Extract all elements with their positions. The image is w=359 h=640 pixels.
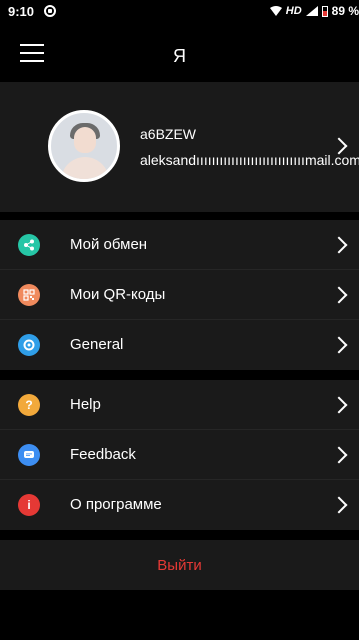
logout-button[interactable]: Выйти: [0, 540, 359, 590]
menu-item-my-exchange[interactable]: Мой обмен: [0, 220, 359, 270]
page-title: Я: [173, 46, 186, 66]
menu-group-support: ? Help Feedback i О программе: [0, 380, 359, 530]
status-bar: 9:10 HD 89 %: [0, 0, 359, 22]
help-icon: ?: [18, 394, 40, 416]
menu-item-label: О программе: [70, 496, 162, 513]
signal-icon: [305, 6, 318, 16]
battery-icon: [321, 5, 328, 17]
chevron-right-icon: [330, 236, 348, 254]
notification-app-icon: [44, 5, 57, 17]
chevron-right-icon: [330, 496, 348, 514]
menu-item-general[interactable]: General: [0, 320, 359, 370]
chevron-right-icon: [330, 336, 348, 354]
profile-username: a6BZEW: [140, 126, 197, 142]
chevron-right-icon: [330, 286, 348, 304]
avatar: [48, 110, 120, 182]
menu-item-feedback[interactable]: Feedback: [0, 430, 359, 480]
menu-item-label: General: [70, 336, 124, 353]
menu-item-label: Feedback: [70, 446, 136, 463]
network-type: HD: [285, 5, 302, 17]
settings-icon: [18, 334, 40, 356]
qr-code-icon: [18, 284, 40, 306]
app-header: Я: [0, 22, 359, 82]
menu-item-help[interactable]: ? Help: [0, 380, 359, 430]
profile-card[interactable]: a6BZEW aleksandııııııııııııııııııııııııı…: [0, 82, 359, 212]
menu-item-about[interactable]: i О программе: [0, 480, 359, 530]
status-indicators: HD 89 %: [269, 0, 359, 22]
feedback-icon: [18, 444, 40, 466]
chevron-right-icon: [330, 396, 348, 414]
menu-item-label: Help: [70, 396, 101, 413]
wifi-icon: [269, 6, 282, 16]
menu-group-account: Мой обмен Мои QR-коды General: [0, 220, 359, 370]
profile-email: aleksandıııııııııııııııııııııııııııımail…: [140, 152, 359, 168]
menu-item-label: Мой обмен: [70, 236, 148, 253]
logout-label: Выйти: [157, 556, 202, 574]
chevron-right-icon: [330, 446, 348, 464]
share-icon: [18, 234, 40, 256]
menu-item-my-qr-codes[interactable]: Мои QR-коды: [0, 270, 359, 320]
status-time: 9:10: [8, 3, 35, 19]
battery-percent: 89 %: [331, 4, 359, 18]
info-icon: i: [18, 494, 40, 516]
menu-item-label: Мои QR-коды: [70, 286, 166, 303]
